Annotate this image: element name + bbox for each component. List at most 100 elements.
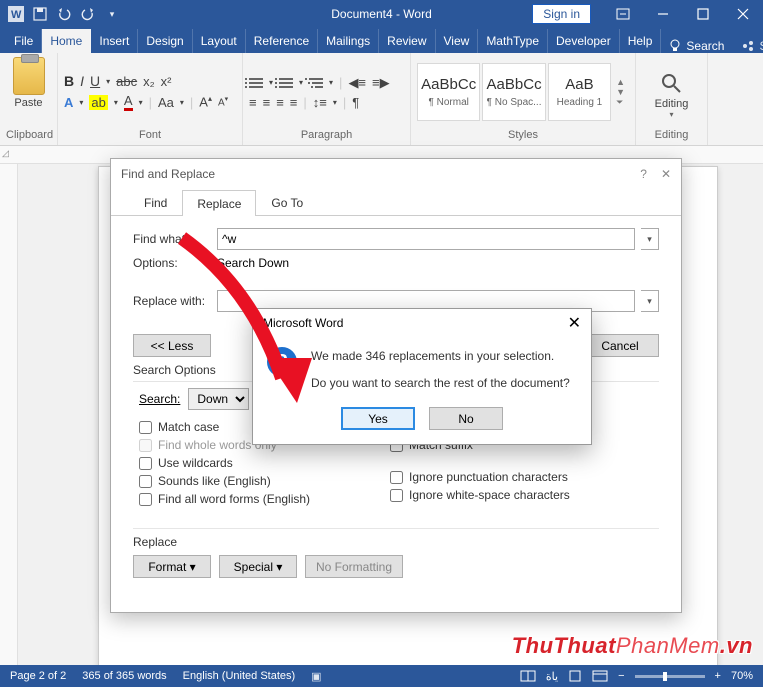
special-button[interactable]: Special ▾ bbox=[219, 555, 297, 578]
macro-indicator-icon[interactable]: ▣ bbox=[311, 670, 321, 683]
redo-icon[interactable] bbox=[80, 6, 96, 22]
subscript-button[interactable]: x₂ bbox=[143, 74, 155, 89]
multilevel-icon[interactable] bbox=[309, 78, 323, 88]
grow-font-button[interactable]: A▴ bbox=[199, 94, 212, 109]
search-direction-select[interactable]: Down bbox=[188, 388, 249, 410]
styles-scroll-down-icon[interactable]: ▼ bbox=[616, 87, 629, 97]
view-web-icon[interactable] bbox=[592, 670, 608, 682]
zoom-slider[interactable] bbox=[635, 675, 705, 678]
highlight-icon[interactable]: ab bbox=[89, 95, 107, 110]
zoom-level[interactable]: 70% bbox=[731, 670, 753, 682]
less-button[interactable]: << Less bbox=[133, 334, 211, 357]
options-value: Search Down bbox=[217, 256, 289, 270]
no-button[interactable]: No bbox=[429, 407, 503, 430]
tab-developer[interactable]: Developer bbox=[548, 29, 620, 53]
justify-icon[interactable]: ≡ bbox=[290, 95, 298, 110]
tab-references[interactable]: Reference bbox=[246, 29, 318, 53]
check-wildcards[interactable]: Use wildcards bbox=[139, 456, 310, 470]
styles-scroll-up-icon[interactable]: ▲ bbox=[616, 77, 629, 87]
check-ignore-punct[interactable]: Ignore punctuation characters bbox=[390, 470, 570, 484]
find-dropdown-icon[interactable]: ▾ bbox=[641, 228, 659, 250]
replace-dropdown-icon[interactable]: ▾ bbox=[641, 290, 659, 312]
tab-home[interactable]: Home bbox=[42, 29, 91, 53]
undo-icon[interactable] bbox=[56, 6, 72, 22]
find-what-input[interactable] bbox=[217, 228, 635, 250]
vertical-ruler[interactable] bbox=[0, 164, 18, 665]
tab-layout[interactable]: Layout bbox=[193, 29, 246, 53]
status-bar: Page 2 of 2 365 of 365 words English (Un… bbox=[0, 665, 763, 687]
styles-expand-icon[interactable]: ⏷ bbox=[616, 97, 629, 108]
tell-me-search[interactable]: Search bbox=[661, 39, 732, 53]
ruler-toggle-icon[interactable]: ◿ bbox=[2, 148, 9, 159]
find-icon[interactable] bbox=[660, 72, 684, 96]
text-effects-icon[interactable]: A bbox=[64, 95, 73, 110]
tab-help[interactable]: Help bbox=[620, 29, 662, 53]
paste-icon[interactable] bbox=[13, 57, 45, 95]
question-icon: ? bbox=[267, 347, 297, 377]
style-no-spacing[interactable]: AaBbCc¶ No Spac... bbox=[482, 63, 545, 121]
paste-button[interactable]: Paste bbox=[14, 97, 42, 109]
align-right-icon[interactable]: ≡ bbox=[276, 95, 284, 110]
language-indicator[interactable]: English (United States) bbox=[183, 670, 296, 682]
tab-view[interactable]: View bbox=[436, 29, 479, 53]
decrease-indent-icon[interactable]: ◀≡ bbox=[348, 75, 366, 91]
minimize-icon[interactable] bbox=[643, 0, 683, 28]
underline-button[interactable]: U bbox=[90, 73, 100, 89]
increase-indent-icon[interactable]: ≡▶ bbox=[372, 75, 390, 91]
tab-design[interactable]: Design bbox=[138, 29, 192, 53]
msgbox-line1: We made 346 replacements in your selecti… bbox=[311, 347, 570, 366]
line-spacing-icon[interactable]: ↕≡ bbox=[313, 95, 327, 110]
word-app-icon: W bbox=[8, 6, 24, 22]
word-count[interactable]: 365 of 365 words bbox=[82, 670, 166, 682]
save-icon[interactable] bbox=[32, 6, 48, 22]
tab-find[interactable]: Find bbox=[129, 189, 182, 215]
align-left-icon[interactable]: ≡ bbox=[249, 95, 257, 110]
align-center-icon[interactable]: ≡ bbox=[263, 95, 271, 110]
zoom-in-button[interactable]: + bbox=[715, 670, 721, 682]
check-sounds-like[interactable]: Sounds like (English) bbox=[139, 474, 310, 488]
font-color-icon[interactable]: A bbox=[124, 93, 133, 111]
tab-mailings[interactable]: Mailings bbox=[318, 29, 379, 53]
format-button[interactable]: Format ▾ bbox=[133, 555, 211, 578]
tab-review[interactable]: Review bbox=[379, 29, 435, 53]
view-read-icon[interactable] bbox=[520, 670, 536, 682]
bullets-icon[interactable] bbox=[249, 78, 263, 88]
change-case-button[interactable]: Aa bbox=[158, 95, 174, 110]
maximize-icon[interactable] bbox=[683, 0, 723, 28]
editing-button[interactable]: Editing bbox=[655, 98, 689, 110]
confirmation-dialog: Microsoft Word ✕ ? We made 346 replaceme… bbox=[252, 308, 592, 445]
tab-goto[interactable]: Go To bbox=[256, 189, 318, 215]
tab-replace[interactable]: Replace bbox=[182, 190, 256, 216]
watermark: ThuThuatPhanMem.vn bbox=[512, 633, 753, 659]
qat-customize-icon[interactable]: ▾ bbox=[104, 6, 120, 22]
view-print-icon[interactable] bbox=[568, 670, 582, 682]
sign-in-button[interactable]: Sign in bbox=[532, 4, 591, 24]
group-label-font: Font bbox=[64, 127, 236, 143]
cancel-button[interactable]: Cancel bbox=[581, 334, 659, 357]
check-word-forms[interactable]: Find all word forms (English) bbox=[139, 492, 310, 506]
zoom-out-button[interactable]: − bbox=[618, 670, 624, 682]
tab-mathtype[interactable]: MathType bbox=[478, 29, 548, 53]
msgbox-title: Microsoft Word bbox=[263, 316, 343, 330]
check-ignore-whitespace[interactable]: Ignore white-space characters bbox=[390, 488, 570, 502]
dialog-help-icon[interactable]: ? bbox=[640, 167, 647, 181]
italic-button[interactable]: I bbox=[80, 73, 84, 89]
style-heading1[interactable]: AaBHeading 1 bbox=[548, 63, 611, 121]
close-icon[interactable] bbox=[723, 0, 763, 28]
find-what-label: Find what: bbox=[133, 232, 211, 246]
dialog-close-icon[interactable]: ✕ bbox=[661, 167, 671, 181]
msgbox-close-icon[interactable]: ✕ bbox=[568, 313, 581, 333]
strike-button[interactable]: abc bbox=[116, 74, 137, 89]
tab-insert[interactable]: Insert bbox=[91, 29, 138, 53]
superscript-button[interactable]: x² bbox=[161, 74, 172, 89]
page-indicator[interactable]: Page 2 of 2 bbox=[10, 670, 66, 682]
numbering-icon[interactable] bbox=[279, 78, 293, 88]
shrink-font-button[interactable]: A▾ bbox=[218, 95, 228, 108]
ribbon-options-icon[interactable] bbox=[603, 0, 643, 28]
style-normal[interactable]: AaBbCc¶ Normal bbox=[417, 63, 480, 121]
share-button[interactable]: Share bbox=[732, 39, 763, 53]
show-marks-icon[interactable]: ¶ bbox=[352, 95, 359, 110]
yes-button[interactable]: Yes bbox=[341, 407, 415, 430]
bold-button[interactable]: B bbox=[64, 73, 74, 89]
tab-file[interactable]: File bbox=[6, 29, 42, 53]
